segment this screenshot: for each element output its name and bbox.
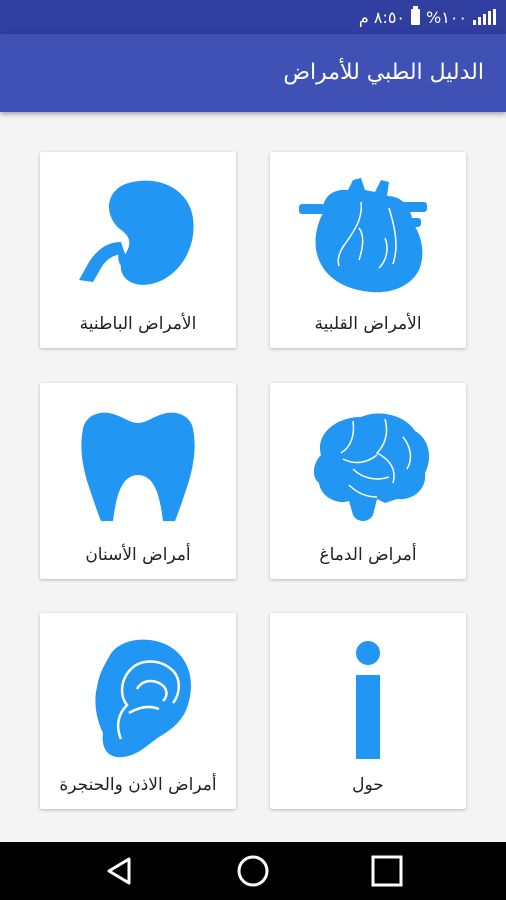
info-icon <box>356 641 380 759</box>
tooth-icon <box>81 412 195 521</box>
brain-icon <box>313 413 430 521</box>
back-icon[interactable] <box>101 853 137 889</box>
recents-icon[interactable] <box>369 853 405 889</box>
card-label: أمراض الأسنان <box>85 545 191 565</box>
card-label: أمراض الدماغ <box>319 545 417 565</box>
status-bar: ٨:٥٠ م %١٠٠ <box>0 0 506 34</box>
card-label: الأمراض القلبية <box>314 314 422 334</box>
card-ent-diseases[interactable]: أمراض الاذن والحنجرة <box>40 613 236 809</box>
card-internal-diseases[interactable]: الأمراض الباطنية <box>40 152 236 348</box>
battery-level: %١٠٠ <box>426 7 467 27</box>
card-label: أمراض الاذن والحنجرة <box>59 775 217 795</box>
signal-icon <box>473 9 496 25</box>
ear-icon <box>95 639 191 758</box>
home-icon[interactable] <box>235 853 271 889</box>
card-about[interactable]: حول <box>270 613 466 809</box>
status-time: ٨:٥٠ م <box>358 7 406 27</box>
kidney-icon <box>79 180 194 285</box>
card-dental-diseases[interactable]: أمراض الأسنان <box>40 383 236 579</box>
navigation-bar <box>0 842 506 900</box>
card-heart-diseases[interactable]: الأمراض القلبية <box>270 152 466 348</box>
card-label: الأمراض الباطنية <box>79 314 197 334</box>
card-label: حول <box>352 775 384 795</box>
battery-icon <box>411 6 421 25</box>
heart-icon <box>299 178 427 293</box>
card-brain-diseases[interactable]: أمراض الدماغ <box>270 383 466 579</box>
app-title: الدليل الطبي للأمراض <box>283 60 484 85</box>
app-bar: الدليل الطبي للأمراض <box>0 34 506 112</box>
